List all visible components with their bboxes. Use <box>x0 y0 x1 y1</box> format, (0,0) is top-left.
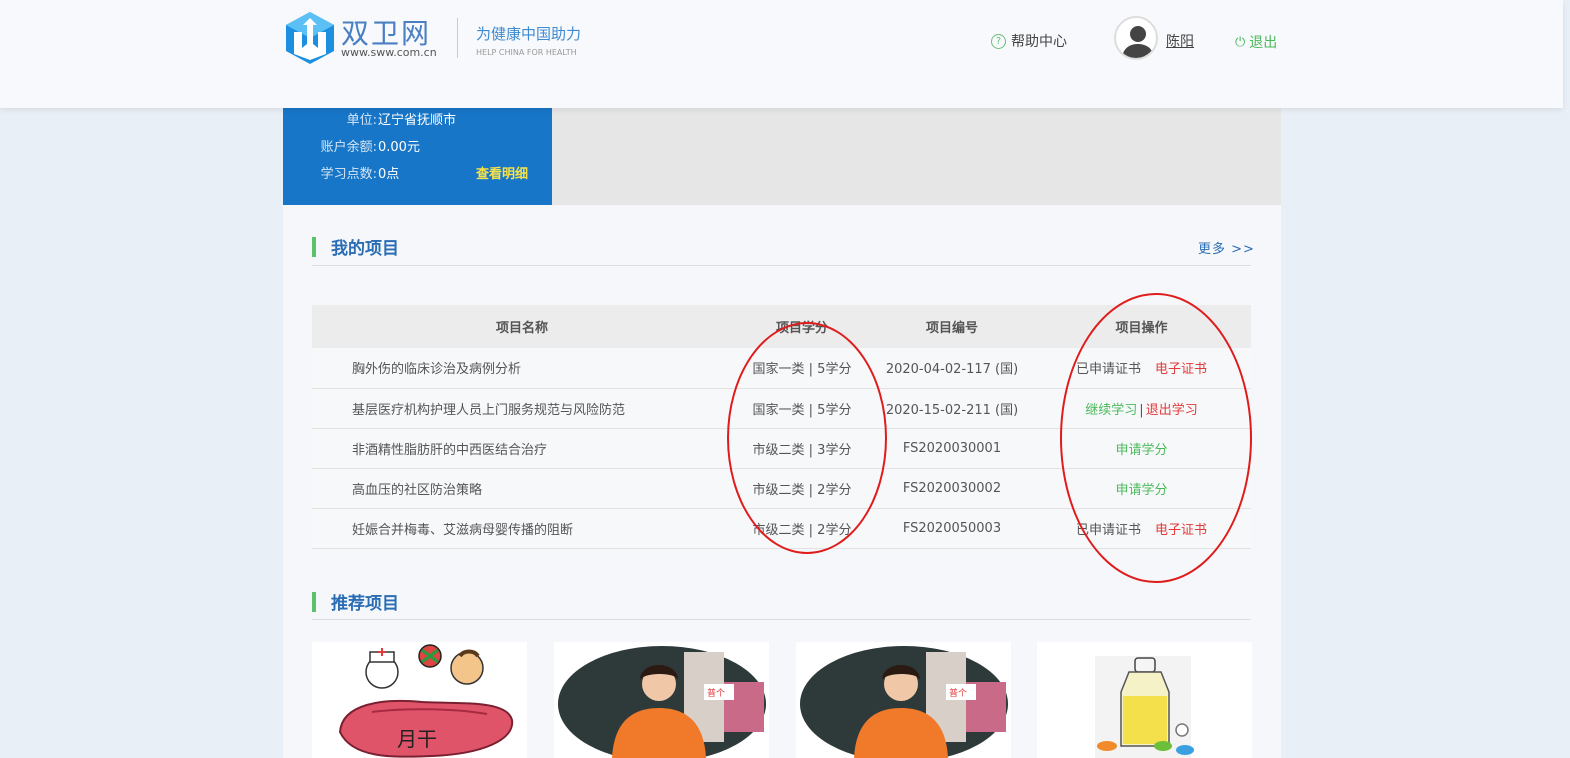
e-certificate-link[interactable]: 电子证书 <box>1155 362 1207 377</box>
brand-url: www.sww.com.cn <box>341 46 437 59</box>
project-credit: 市级二类 | 2学分 <box>752 522 852 538</box>
logo-icon[interactable] <box>284 10 336 64</box>
balance-value: 0.00元 <box>378 139 420 155</box>
unit-value: 辽宁省抚顺市 <box>378 112 457 128</box>
section-accent-bar <box>312 236 316 257</box>
table-row: 妊娠合并梅毒、艾滋病母婴传播的阻断 市级二类 | 2学分 FS202005000… <box>312 508 1251 548</box>
main-content: 单位: 辽宁省抚顺市 账户余额: 0.00元 学习点数: 0点 查看明细 我的项… <box>283 108 1281 758</box>
project-code: FS2020050003 <box>902 520 1002 536</box>
column-header-code: 项目编号 <box>925 321 978 336</box>
project-operations: 已申请证书 电子证书 <box>1032 348 1251 388</box>
certificate-applied-link[interactable]: 已申请证书 <box>1076 523 1141 538</box>
project-name[interactable]: 胸外伤的临床诊治及病例分析 <box>312 348 732 388</box>
info-side-panel <box>552 108 1281 205</box>
project-credit: 市级二类 | 2学分 <box>752 482 852 498</box>
table-header-row: 项目名称 项目学分 项目编号 项目操作 <box>312 305 1251 348</box>
user-silhouette-icon <box>1122 26 1154 58</box>
project-code: FS2020030002 <box>902 480 1002 496</box>
brand-divider <box>457 18 458 58</box>
more-projects-link[interactable]: 更多 >> <box>1198 238 1255 257</box>
project-code: 2020-04-02-117 (国) <box>885 362 1019 378</box>
project-credit: 国家一类 | 5学分 <box>752 362 852 378</box>
power-icon: ⏻ <box>1235 34 1246 50</box>
e-certificate-link[interactable]: 电子证书 <box>1155 523 1207 538</box>
table-row: 胸外伤的临床诊治及病例分析 国家一类 | 5学分 2020-04-02-117 … <box>312 348 1251 388</box>
my-projects-title: 我的项目 <box>331 239 399 259</box>
screen-sign-text: 普个 <box>707 687 725 699</box>
column-header-operation: 项目操作 <box>1115 321 1168 336</box>
top-header: 双卫网 www.sww.com.cn 为健康中国助力 HELP CHINA FO… <box>0 0 1563 108</box>
project-operations: 已申请证书 电子证书 <box>1032 508 1251 548</box>
section-accent-bar <box>312 591 316 612</box>
project-credit: 国家一类 | 5学分 <box>752 402 852 418</box>
apply-credit-link[interactable]: 申请学分 <box>1115 443 1167 458</box>
project-operations: 申请学分 <box>1032 468 1251 508</box>
username-link[interactable]: 陈阳 <box>1166 31 1194 51</box>
recommended-card-lecture[interactable]: 普个 <box>796 642 1011 758</box>
logout-button[interactable]: ⏻ 退出 <box>1235 32 1277 52</box>
project-code: FS2020030001 <box>902 440 1002 456</box>
project-name[interactable]: 妊娠合并梅毒、艾滋病母婴传播的阻断 <box>312 508 732 548</box>
certificate-applied-link[interactable]: 已申请证书 <box>1076 362 1141 377</box>
project-credit: 市级二类 | 3学分 <box>752 442 852 458</box>
info-row-balance: 账户余额: 0.00元 <box>283 135 552 155</box>
user-info-card: 单位: 辽宁省抚顺市 账户余额: 0.00元 学习点数: 0点 查看明细 <box>283 108 552 205</box>
avatar[interactable] <box>1114 16 1158 60</box>
view-details-link[interactable]: 查看明细 <box>476 163 528 182</box>
points-value: 0点 <box>378 166 400 182</box>
help-center-link[interactable]: ? 帮助中心 <box>991 31 1067 51</box>
project-operations: 继续学习 | 退出学习 <box>1032 388 1251 428</box>
my-projects-table: 项目名称 项目学分 项目编号 项目操作 胸外伤的临床诊治及病例分析 国家一类 |… <box>312 305 1251 549</box>
my-projects-heading: 我的项目 <box>312 234 399 259</box>
table-row: 非酒精性脂肪肝的中西医结合治疗 市级二类 | 3学分 FS2020030001 … <box>312 428 1251 468</box>
quit-learning-link[interactable]: 退出学习 <box>1146 403 1198 418</box>
operation-separator: | <box>1139 402 1144 418</box>
continue-learning-link[interactable]: 继续学习 <box>1085 403 1137 418</box>
balance-label: 账户余额: <box>320 139 377 155</box>
info-row-unit: 单位: 辽宁省抚顺市 <box>283 108 552 128</box>
lecturer-video-image: 普个 <box>796 642 1011 758</box>
table-row: 高血压的社区防治策略 市级二类 | 2学分 FS2020030002 申请学分 <box>312 468 1251 508</box>
help-center-label: 帮助中心 <box>1011 34 1067 50</box>
question-circle-icon: ? <box>991 33 1006 49</box>
recommended-card-lecture[interactable]: 普个 <box>554 642 769 758</box>
project-name[interactable]: 高血压的社区防治策略 <box>312 468 732 508</box>
project-operations: 申请学分 <box>1032 428 1251 468</box>
recommended-heading: 推荐项目 <box>312 589 399 614</box>
points-label: 学习点数: <box>320 166 377 182</box>
project-code: 2020-15-02-211 (国) <box>885 402 1019 418</box>
project-name[interactable]: 基层医疗机构护理人员上门服务规范与风险防范 <box>312 388 732 428</box>
medicine-bottle-image <box>1037 642 1252 758</box>
section-divider <box>312 265 1251 266</box>
unit-label: 单位: <box>346 112 377 128</box>
column-header-name: 项目名称 <box>495 321 548 336</box>
recommended-card-liver[interactable]: 月干 <box>312 642 527 758</box>
recommended-card-medicine[interactable] <box>1037 642 1252 758</box>
lecturer-video-image: 普个 <box>554 642 769 758</box>
slogan-en: HELP CHINA FOR HEALTH <box>476 48 577 57</box>
slogan: 为健康中国助力 <box>476 25 582 43</box>
logout-label: 退出 <box>1249 35 1278 51</box>
table-row: 基层医疗机构护理人员上门服务规范与风险防范 国家一类 | 5学分 2020-15… <box>312 388 1251 428</box>
info-row-points: 学习点数: 0点 查看明细 <box>283 162 552 182</box>
liver-cartoon-image: 月干 <box>312 642 527 758</box>
recommended-title: 推荐项目 <box>331 594 399 614</box>
project-name[interactable]: 非酒精性脂肪肝的中西医结合治疗 <box>312 428 732 468</box>
screen-sign-text: 普个 <box>949 687 967 699</box>
liver-label: 月干 <box>397 727 437 751</box>
section-divider <box>312 619 1251 620</box>
column-header-credit: 项目学分 <box>775 321 828 336</box>
apply-credit-link[interactable]: 申请学分 <box>1115 483 1167 498</box>
